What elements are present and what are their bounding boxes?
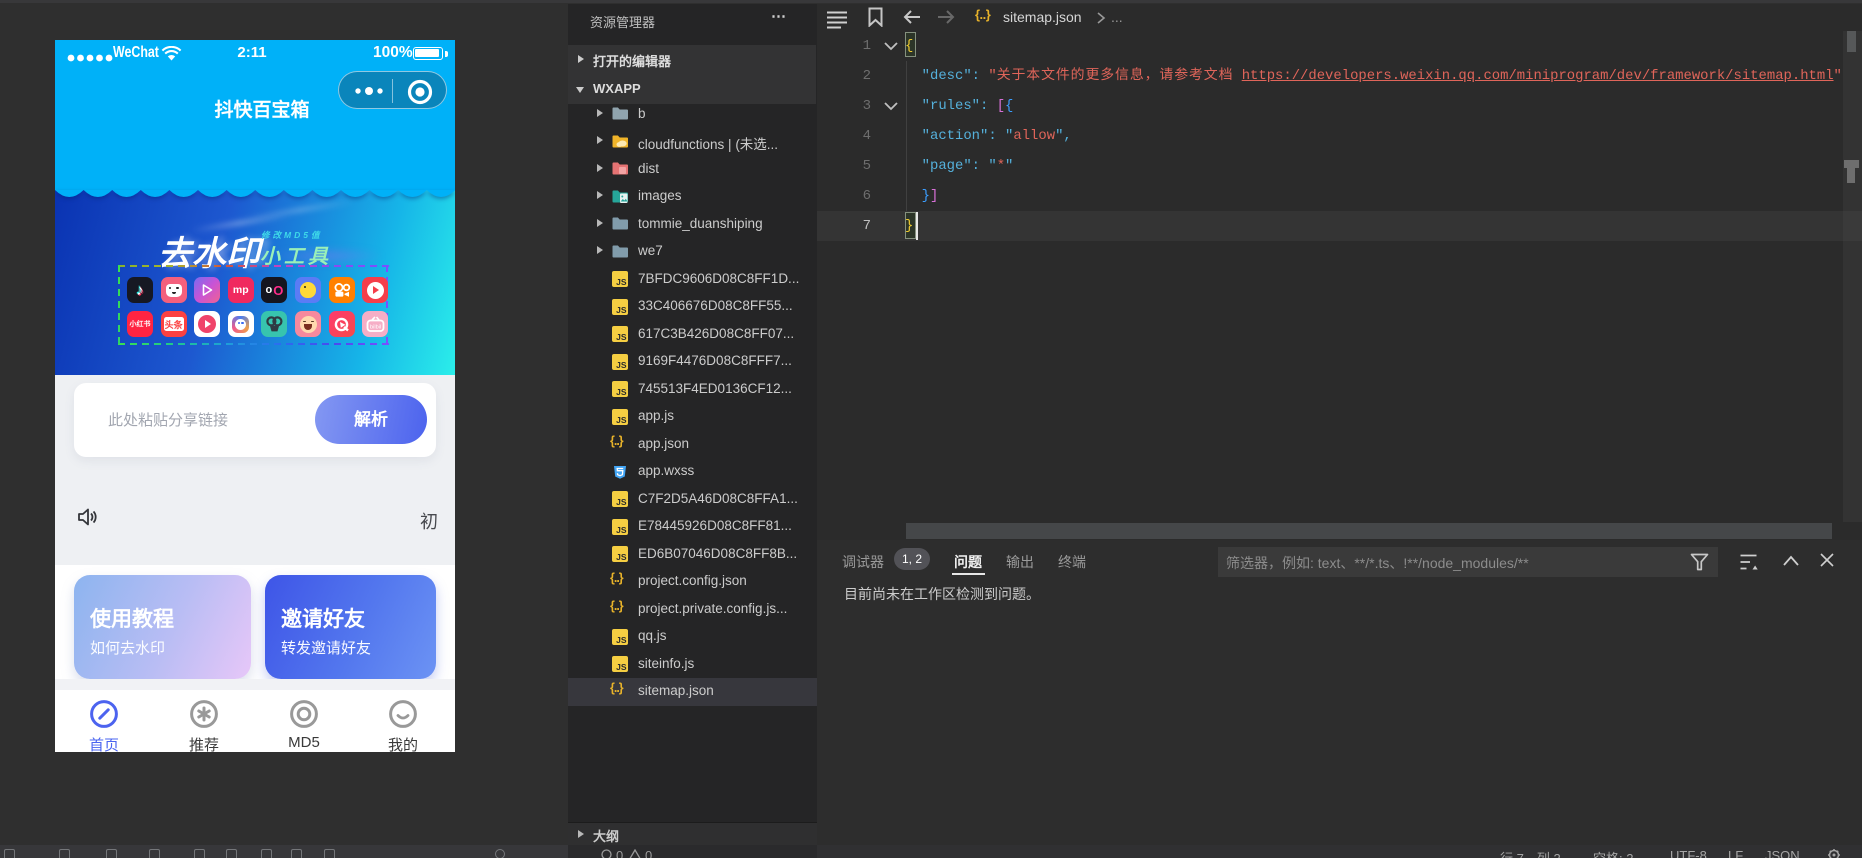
svg-text:bilbil: bilbil xyxy=(370,324,381,330)
